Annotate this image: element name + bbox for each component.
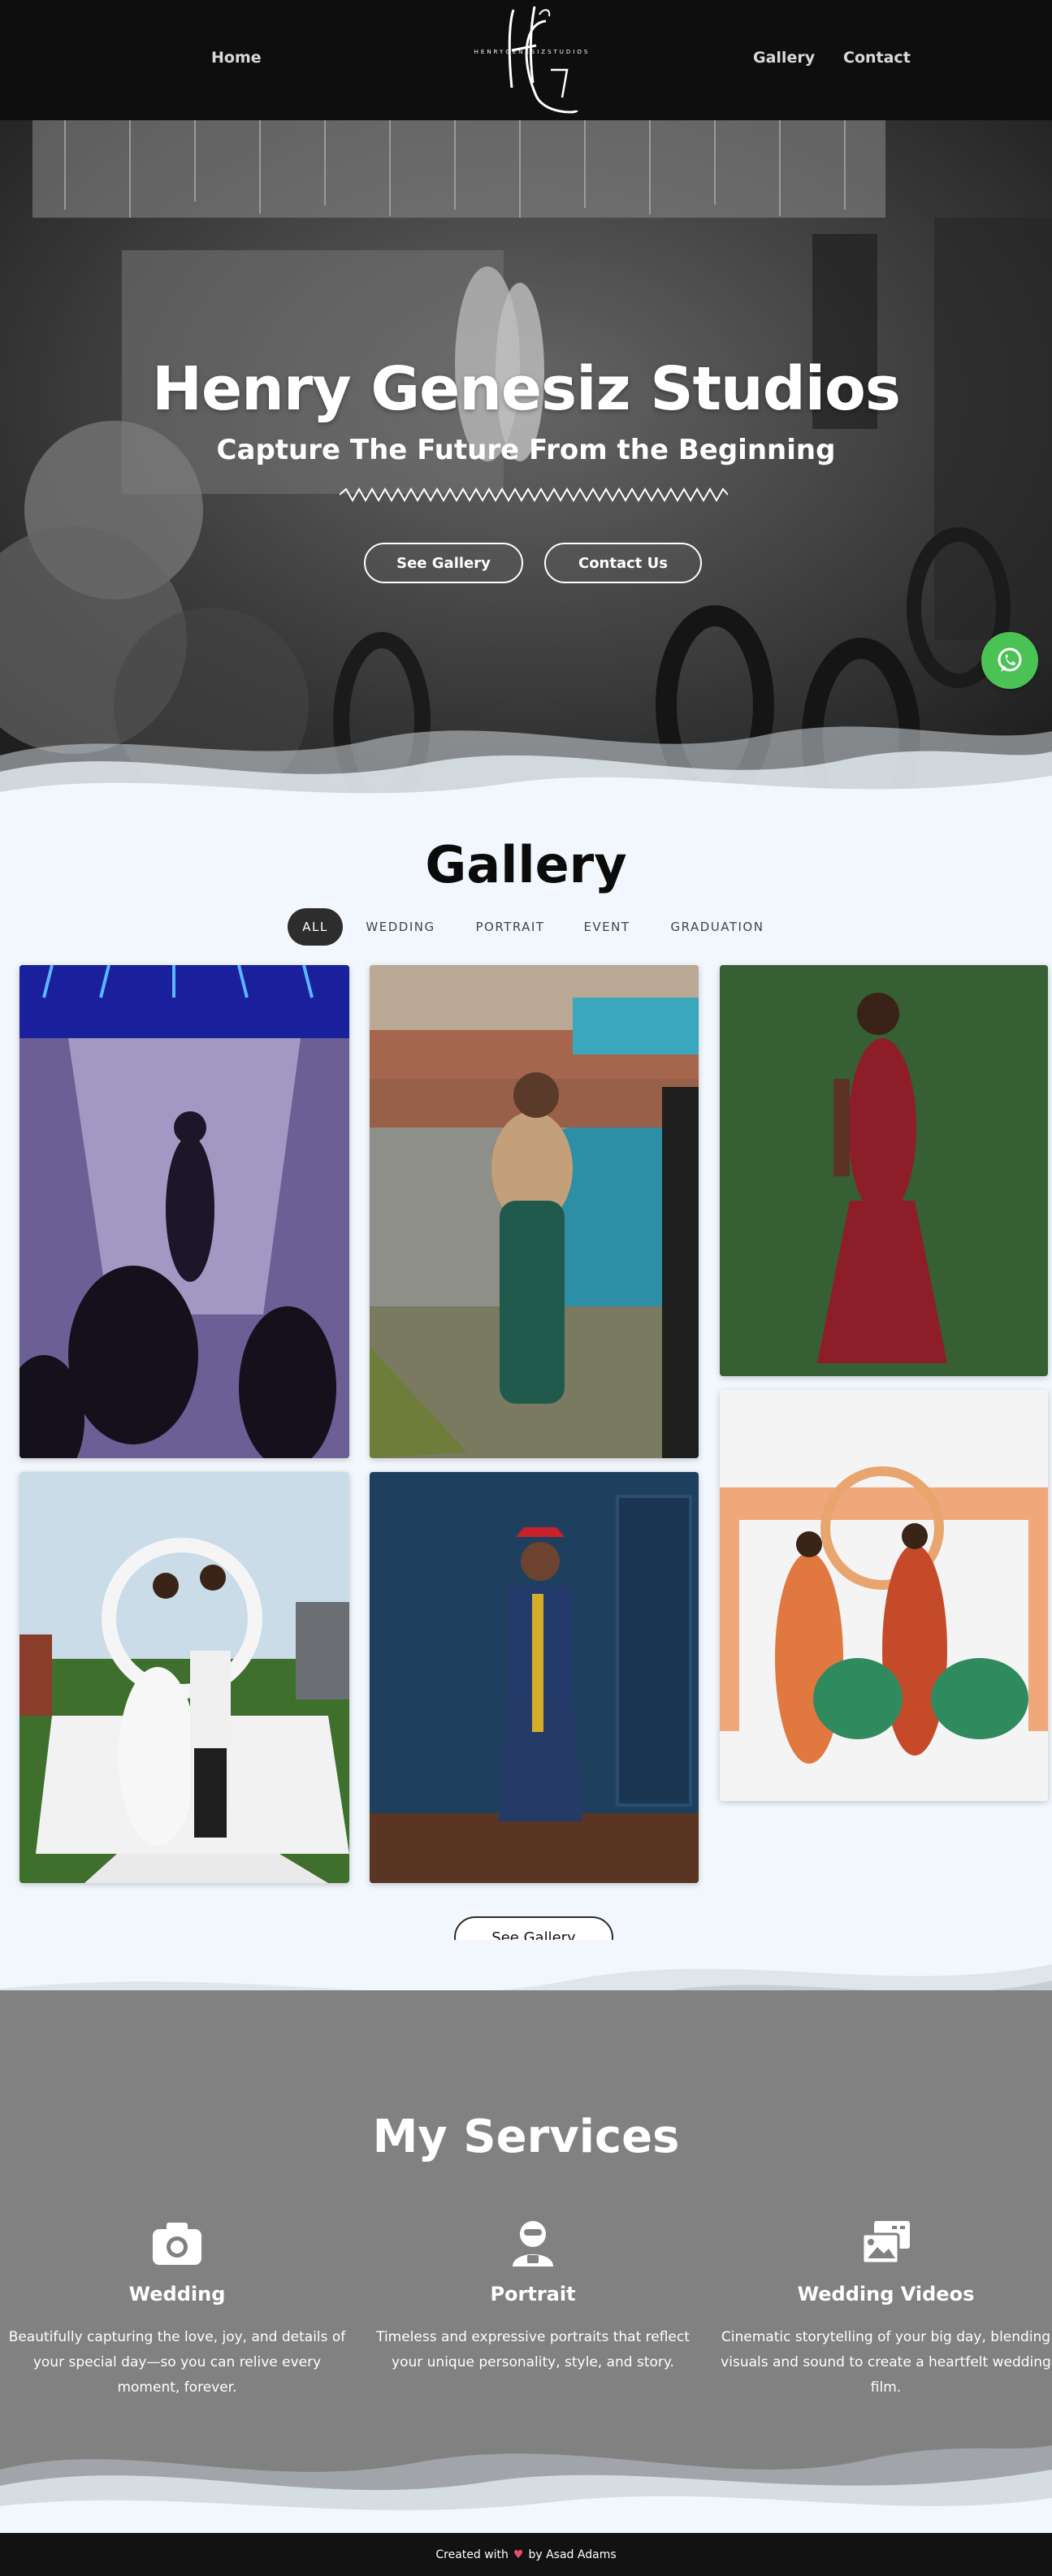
gallery-filter-bar: ALL WEDDING PORTRAIT EVENT GRADUATION xyxy=(0,908,1052,946)
heart-icon: ♥ xyxy=(513,2548,524,2561)
page: Home HENRYGENESIZSTUDIOS Gallery Contact xyxy=(0,0,1052,2576)
site-header: Home HENRYGENESIZSTUDIOS Gallery Contact xyxy=(0,0,1052,120)
filter-all[interactable]: ALL xyxy=(288,908,343,946)
camera-icon xyxy=(149,2218,206,2268)
wedding-couple-photo xyxy=(19,1472,349,1883)
filter-portrait[interactable]: PORTRAIT xyxy=(463,908,557,946)
nav-contact-link[interactable]: Contact xyxy=(843,49,911,67)
graduation-photo xyxy=(370,1472,699,1883)
filter-wedding[interactable]: WEDDING xyxy=(357,908,444,946)
hero-background-photo xyxy=(0,120,1052,812)
site-logo[interactable]: HENRYGENESIZSTUDIOS xyxy=(455,0,609,120)
hero-section: Henry Genesiz Studios Capture The Future… xyxy=(0,120,1052,812)
services-title: My Services xyxy=(372,2111,680,2163)
contact-us-button[interactable]: Contact Us xyxy=(544,543,702,583)
gallery-photo-wedding-couple[interactable] xyxy=(19,1472,349,1883)
service-title: Portrait xyxy=(490,2283,576,2305)
concert-photo xyxy=(19,965,349,1458)
nav-gallery-link[interactable]: Gallery xyxy=(753,49,815,67)
footer-prefix: Created with xyxy=(435,2548,509,2561)
whatsapp-icon xyxy=(998,647,1022,672)
whatsapp-button[interactable] xyxy=(981,632,1038,689)
site-footer: Created with ♥ by Asad Adams xyxy=(0,2533,1052,2576)
services-wave-divider xyxy=(0,2445,1052,2535)
service-description: Timeless and expressive portraits that r… xyxy=(376,2329,690,2370)
hero-wave-divider xyxy=(0,726,1052,829)
gallery-photo-fashion-car[interactable] xyxy=(370,965,699,1458)
gallery-title: Gallery xyxy=(425,835,627,894)
service-portrait: Portrait Timeless and expressive portrai… xyxy=(362,2218,703,2375)
filter-graduation[interactable]: GRADUATION xyxy=(660,908,775,946)
logo-monogram-icon xyxy=(508,6,578,114)
service-description: Cinematic storytelling of your big day, … xyxy=(721,2329,1051,2396)
portrait-icon xyxy=(504,2218,561,2268)
nav-home-link[interactable]: Home xyxy=(211,49,262,67)
photo-video-icon xyxy=(858,2218,915,2268)
logo-wordmark: HENRYGENESIZSTUDIOS xyxy=(474,49,591,55)
service-wedding: Wedding Beautifully capturing the love, … xyxy=(6,2218,348,2401)
traditional-wedding-photo xyxy=(720,1390,1048,1801)
gallery-photo-red-dress[interactable] xyxy=(720,965,1048,1376)
see-gallery-button[interactable]: See Gallery xyxy=(364,543,523,583)
service-description: Beautifully capturing the love, joy, and… xyxy=(8,2329,346,2396)
red-dress-photo xyxy=(720,965,1048,1376)
service-wedding-videos: Wedding Videos Cinematic storytelling of… xyxy=(720,2218,1052,2401)
gallery-photo-graduation[interactable] xyxy=(370,1472,699,1883)
hero-subtitle: Capture The Future From the Beginning xyxy=(216,434,836,466)
gallery-photo-concert[interactable] xyxy=(19,965,349,1458)
service-title: Wedding Videos xyxy=(797,2283,975,2305)
service-title: Wedding xyxy=(128,2283,226,2305)
footer-credit: by Asad Adams xyxy=(528,2548,617,2561)
zigzag-divider-icon xyxy=(340,487,728,503)
filter-event[interactable]: EVENT xyxy=(574,908,640,946)
hero-title: Henry Genesiz Studios xyxy=(152,354,901,424)
fashion-car-photo xyxy=(370,965,699,1458)
gallery-photo-traditional-wedding[interactable] xyxy=(720,1390,1048,1801)
